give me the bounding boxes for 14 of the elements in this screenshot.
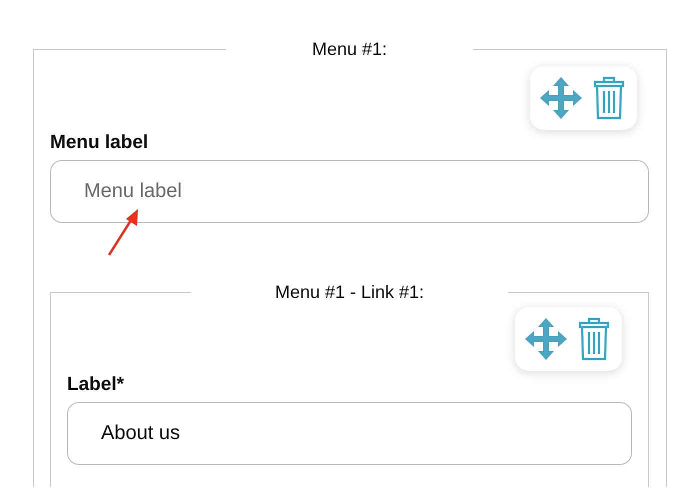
move-icon — [524, 317, 568, 361]
move-button[interactable] — [539, 76, 583, 120]
delete-button[interactable] — [578, 317, 610, 361]
menu-legend: Menu #1: — [226, 38, 474, 60]
link-legend: Menu #1 - Link #1: — [190, 281, 508, 303]
trash-icon — [578, 317, 610, 361]
move-button[interactable] — [524, 317, 568, 361]
input-field[interactable]: Menu label — [50, 160, 649, 223]
input-field[interactable]: About us — [67, 402, 632, 465]
move-icon — [539, 76, 583, 120]
field-label: Label* — [67, 373, 126, 397]
delete-button[interactable] — [593, 76, 625, 120]
trash-icon — [593, 76, 625, 120]
field-label: Menu label — [50, 131, 150, 155]
